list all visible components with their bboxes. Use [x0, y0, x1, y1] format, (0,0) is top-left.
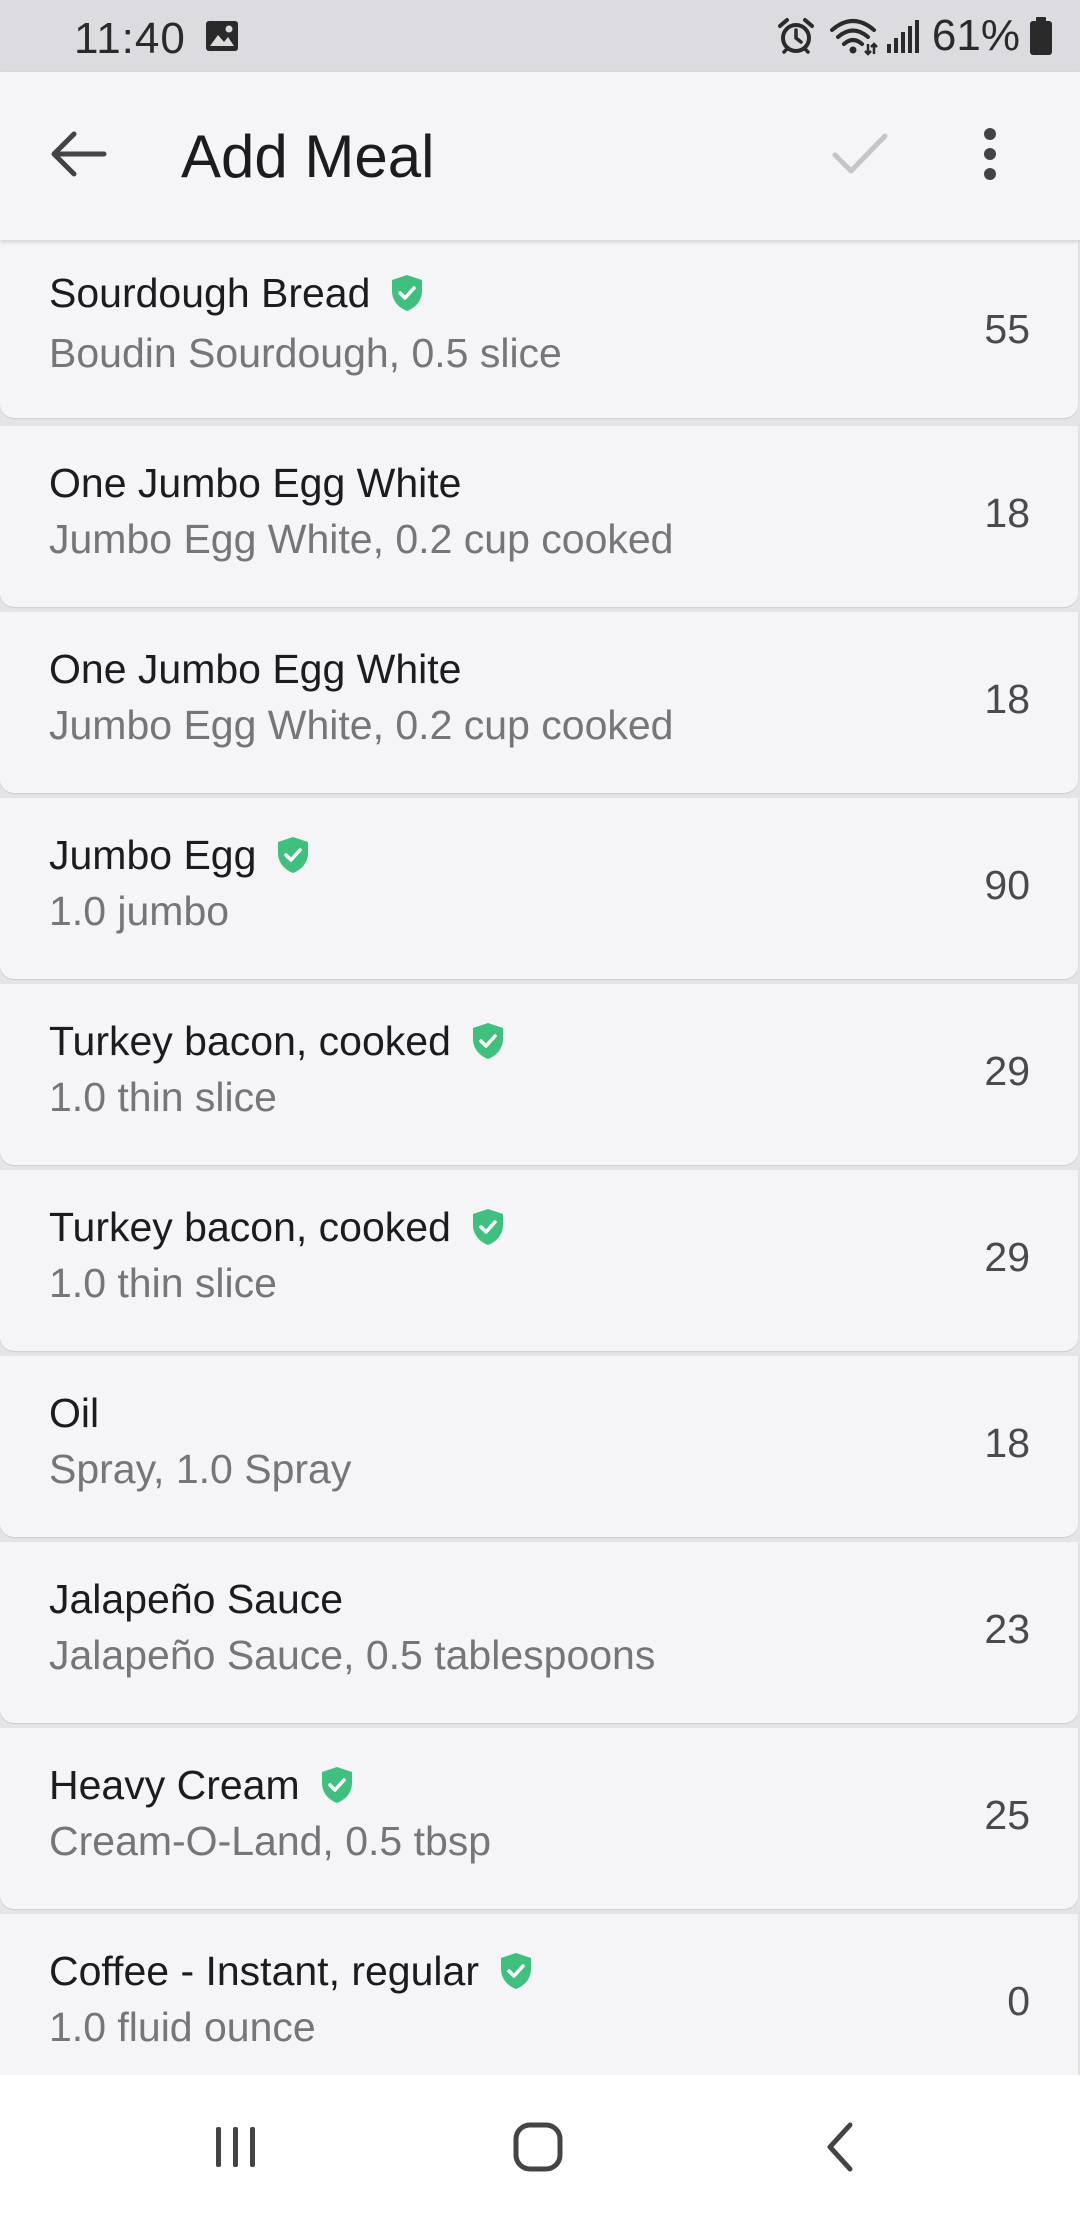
meal-detail: 1.0 fluid ounce — [49, 2004, 316, 2050]
meal-item[interactable]: Turkey bacon, cooked 1.0 thin slice 29 — [0, 1170, 1078, 1351]
meal-detail: 1.0 jumbo — [49, 888, 230, 934]
meal-name: One Jumbo Egg White — [49, 459, 462, 506]
meal-calories: 0 — [1007, 1978, 1030, 2024]
meal-list[interactable]: Sourdough Bread Boudin Sourdough, 0.5 sl… — [0, 240, 1080, 2075]
meal-item[interactable]: Coffee - Instant, regular 1.0 fluid ounc… — [0, 1914, 1078, 2075]
verified-shield-icon — [471, 1022, 505, 1060]
meal-calories: 29 — [984, 1048, 1030, 1094]
meal-name: Oil — [49, 1389, 100, 1436]
meal-detail: Jumbo Egg White, 0.2 cup cooked — [49, 702, 674, 748]
meal-item[interactable]: One Jumbo Egg White Jumbo Egg White, 0.2… — [0, 426, 1078, 607]
meal-item[interactable]: One Jumbo Egg White Jumbo Egg White, 0.2… — [0, 612, 1078, 793]
more-options-button[interactable] — [952, 118, 1028, 194]
battery-percent: 61% — [931, 11, 1020, 60]
meal-detail: 1.0 thin slice — [49, 1260, 277, 1306]
save-meal-button[interactable] — [822, 118, 898, 194]
verified-shield-icon — [390, 274, 424, 312]
arrow-left-icon — [48, 129, 108, 184]
meal-name: Sourdough Bread — [49, 269, 371, 316]
meal-calories: 90 — [984, 862, 1030, 908]
meal-calories: 55 — [984, 306, 1030, 352]
nav-back-button[interactable] — [780, 2111, 900, 2187]
verified-shield-icon — [320, 1766, 354, 1804]
recents-icon — [212, 2123, 260, 2176]
meal-detail: 1.0 thin slice — [49, 1074, 277, 1120]
signal-icon — [886, 18, 920, 54]
status-bar: 11:40 61% — [0, 0, 1080, 72]
meal-name: Jumbo Egg — [49, 831, 257, 878]
home-icon — [512, 2121, 564, 2178]
checkmark-icon — [831, 131, 889, 182]
meal-calories: 23 — [984, 1606, 1030, 1652]
meal-detail: Jalapeño Sauce, 0.5 tablespoons — [49, 1632, 656, 1678]
wifi-icon — [828, 16, 878, 56]
status-indicators: 61% — [776, 11, 1054, 60]
meal-item[interactable]: Turkey bacon, cooked 1.0 thin slice 29 — [0, 984, 1078, 1165]
verified-shield-icon — [471, 1208, 505, 1246]
meal-item[interactable]: Jumbo Egg 1.0 jumbo 90 — [0, 798, 1078, 979]
meal-calories: 18 — [984, 1420, 1030, 1466]
battery-icon — [1028, 16, 1054, 56]
meal-name: Coffee - Instant, regular — [49, 1947, 479, 1994]
nav-back-icon — [822, 2121, 858, 2178]
home-button[interactable] — [478, 2111, 598, 2187]
meal-calories: 25 — [984, 1792, 1030, 1838]
gallery-notification-icon — [205, 20, 239, 57]
app-bar: Add Meal — [0, 72, 1080, 240]
recents-button[interactable] — [176, 2111, 296, 2187]
verified-shield-icon — [276, 836, 310, 874]
system-nav-bar — [0, 2075, 1080, 2220]
meal-detail: Cream-O-Land, 0.5 tbsp — [49, 1818, 492, 1864]
meal-detail: Boudin Sourdough, 0.5 slice — [49, 330, 562, 376]
status-time: 11:40 — [74, 14, 186, 63]
meal-item[interactable]: Heavy Cream Cream-O-Land, 0.5 tbsp 25 — [0, 1728, 1078, 1909]
verified-shield-icon — [499, 1952, 533, 1990]
alarm-icon — [776, 16, 816, 56]
meal-detail: Jumbo Egg White, 0.2 cup cooked — [49, 516, 674, 562]
meal-item[interactable]: Jalapeño Sauce Jalapeño Sauce, 0.5 table… — [0, 1542, 1078, 1723]
meal-name: Heavy Cream — [49, 1761, 300, 1808]
meal-name: Jalapeño Sauce — [49, 1575, 344, 1622]
meal-calories: 29 — [984, 1234, 1030, 1280]
page-title: Add Meal — [181, 123, 435, 190]
back-button[interactable] — [40, 118, 116, 194]
meal-item[interactable]: Sourdough Bread Boudin Sourdough, 0.5 sl… — [0, 240, 1078, 418]
meal-item[interactable]: Oil Spray, 1.0 Spray 18 — [0, 1356, 1078, 1537]
meal-name: Turkey bacon, cooked — [49, 1203, 451, 1250]
meal-detail: Spray, 1.0 Spray — [49, 1446, 352, 1492]
more-vert-icon — [982, 127, 998, 185]
meal-calories: 18 — [984, 676, 1030, 722]
meal-calories: 18 — [984, 490, 1030, 536]
meal-name: One Jumbo Egg White — [49, 645, 462, 692]
meal-name: Turkey bacon, cooked — [49, 1017, 451, 1064]
